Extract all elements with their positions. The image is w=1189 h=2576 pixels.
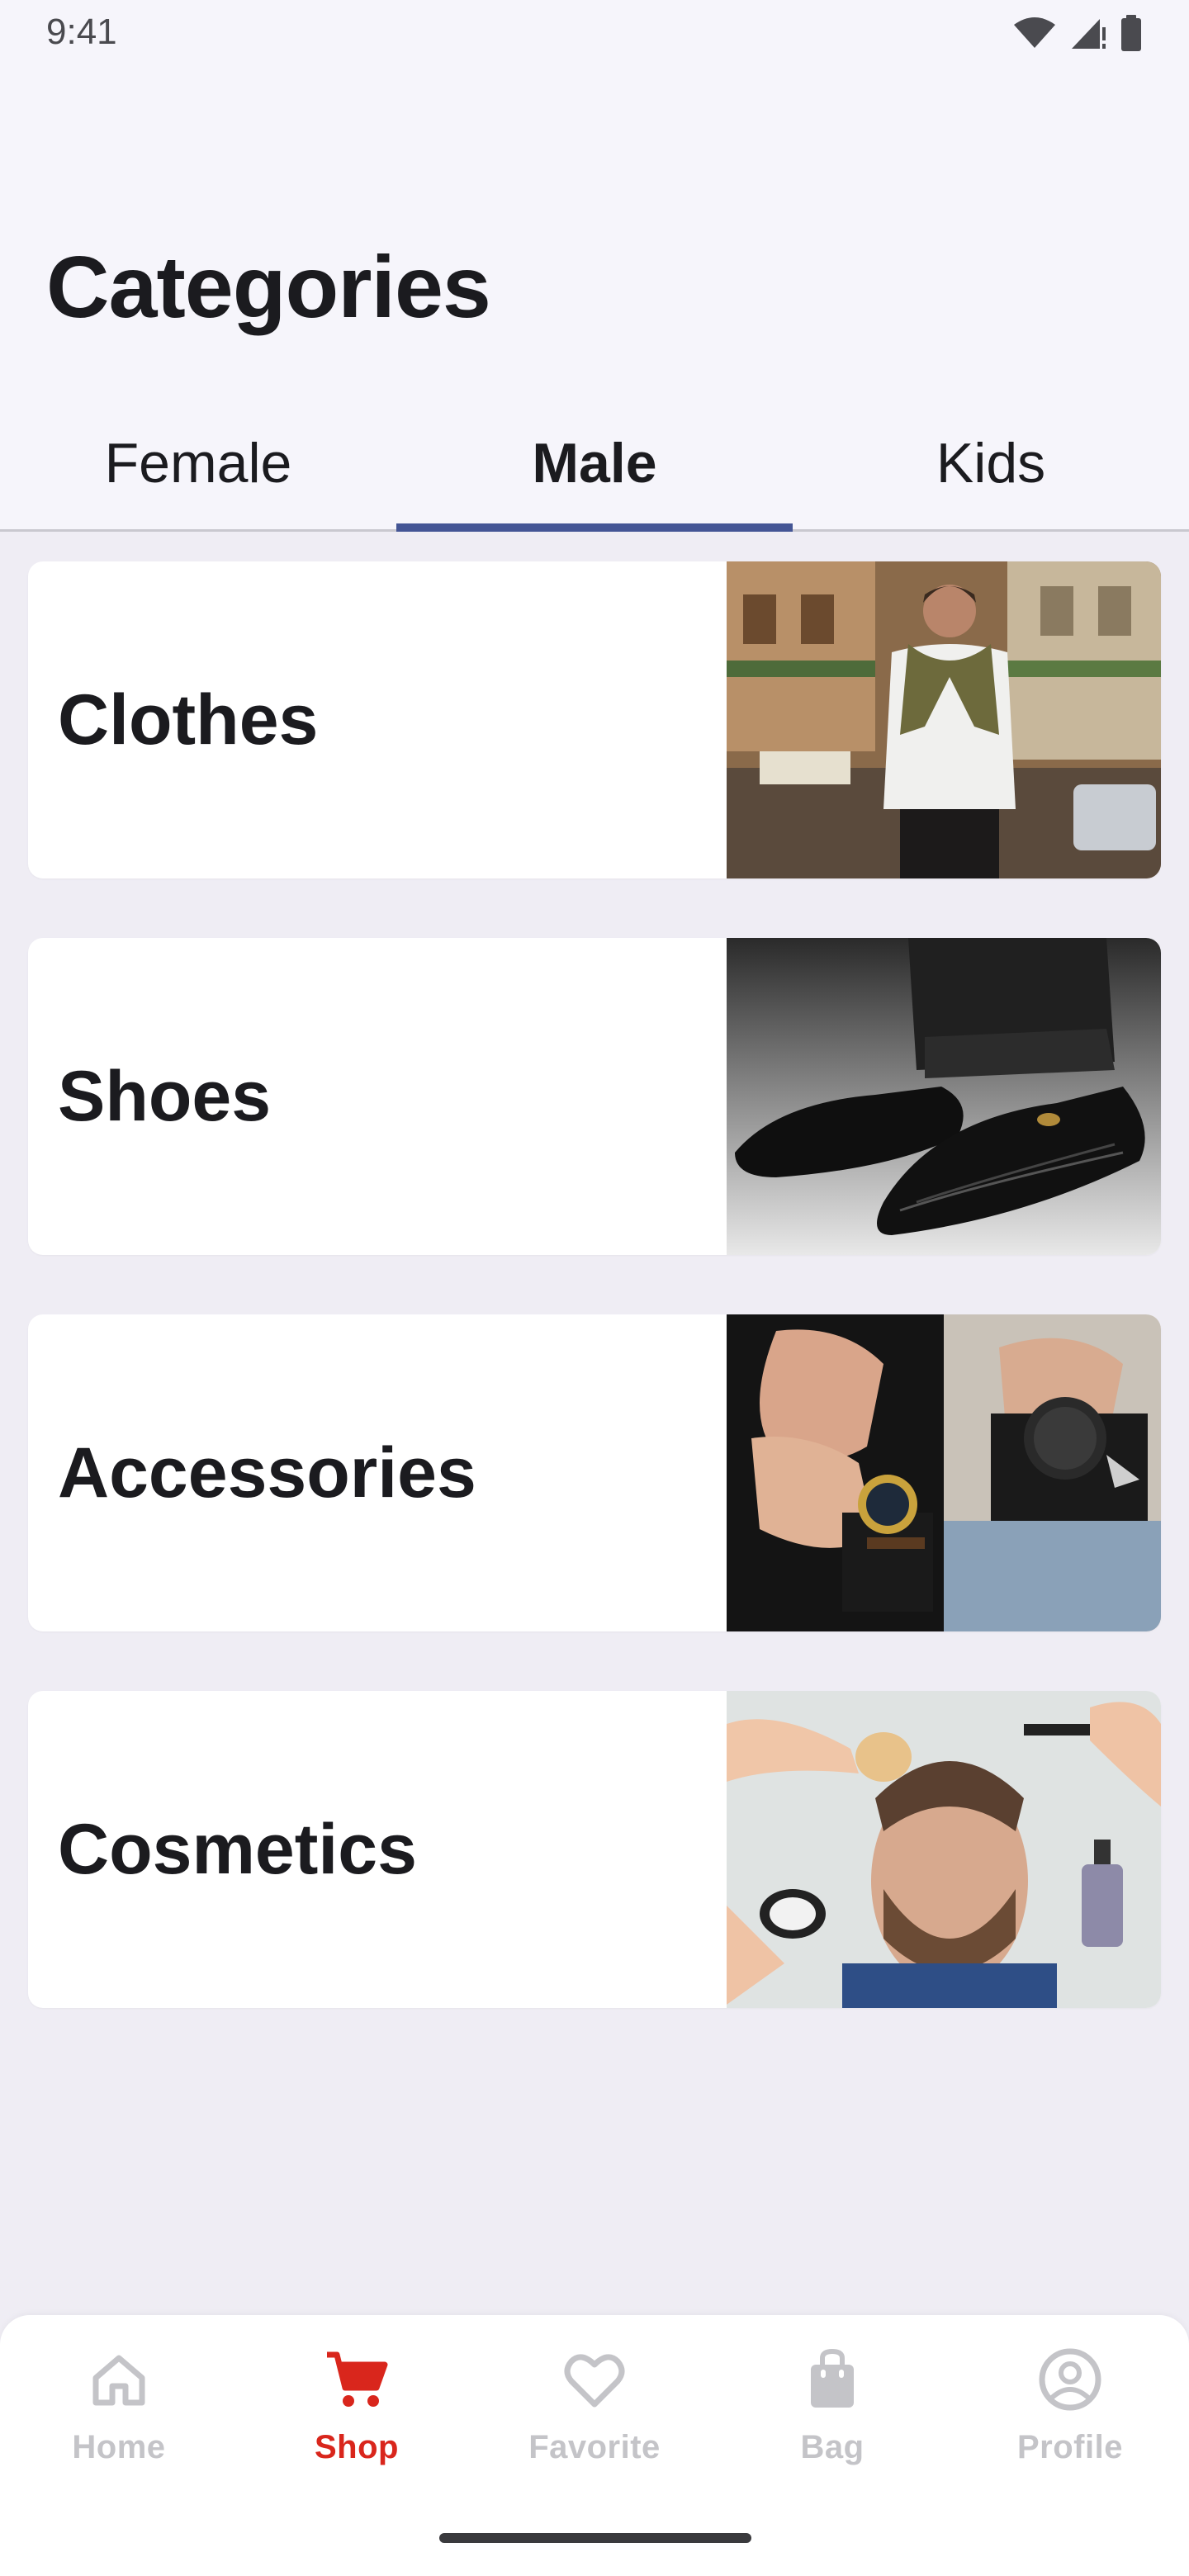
category-tabs: Female Male Kids (0, 396, 1189, 532)
nav-profile[interactable]: Profile (951, 2315, 1189, 2576)
battery-icon (1120, 15, 1143, 51)
wifi-icon (1012, 17, 1057, 50)
heart-icon (560, 2345, 629, 2414)
tab-female[interactable]: Female (0, 396, 396, 529)
status-time: 9:41 (46, 12, 117, 52)
status-bar: 9:41 (0, 0, 1189, 66)
shoes-image (727, 938, 1161, 1255)
categories-screen: 9:41 Categories Female Male Kids Clothes… (0, 0, 1189, 2576)
category-card-clothes[interactable]: Clothes (28, 561, 1161, 878)
nav-favorite-label: Favorite (528, 2429, 661, 2465)
tab-male[interactable]: Male (396, 396, 793, 532)
nav-home[interactable]: Home (0, 2315, 238, 2576)
clothes-image (727, 561, 1161, 878)
category-label: Cosmetics (58, 1809, 417, 1889)
bag-icon (798, 2345, 867, 2414)
accessories-image (727, 1314, 1161, 1631)
status-icons (1012, 15, 1143, 51)
nav-bag-label: Bag (800, 2429, 865, 2465)
header: 9:41 Categories Female Male Kids (0, 0, 1189, 532)
home-icon (84, 2345, 154, 2414)
tab-kids[interactable]: Kids (793, 396, 1189, 529)
profile-icon (1035, 2345, 1105, 2414)
category-card-shoes[interactable]: Shoes (28, 938, 1161, 1255)
home-indicator[interactable] (439, 2533, 751, 2543)
cart-icon (322, 2345, 391, 2414)
cosmetics-image (727, 1691, 1161, 2008)
category-label: Accessories (58, 1432, 476, 1513)
category-label: Shoes (58, 1056, 272, 1136)
nav-shop-label: Shop (315, 2429, 399, 2465)
category-card-accessories[interactable]: Accessories (28, 1314, 1161, 1631)
page-title: Categories (46, 239, 491, 336)
category-list: Clothes Shoes Accessories Cosmetics (28, 561, 1161, 2067)
nav-profile-label: Profile (1017, 2429, 1123, 2465)
category-label: Clothes (58, 680, 319, 760)
category-card-cosmetics[interactable]: Cosmetics (28, 1691, 1161, 2008)
nav-home-label: Home (72, 2429, 166, 2465)
signal-icon (1070, 16, 1106, 50)
